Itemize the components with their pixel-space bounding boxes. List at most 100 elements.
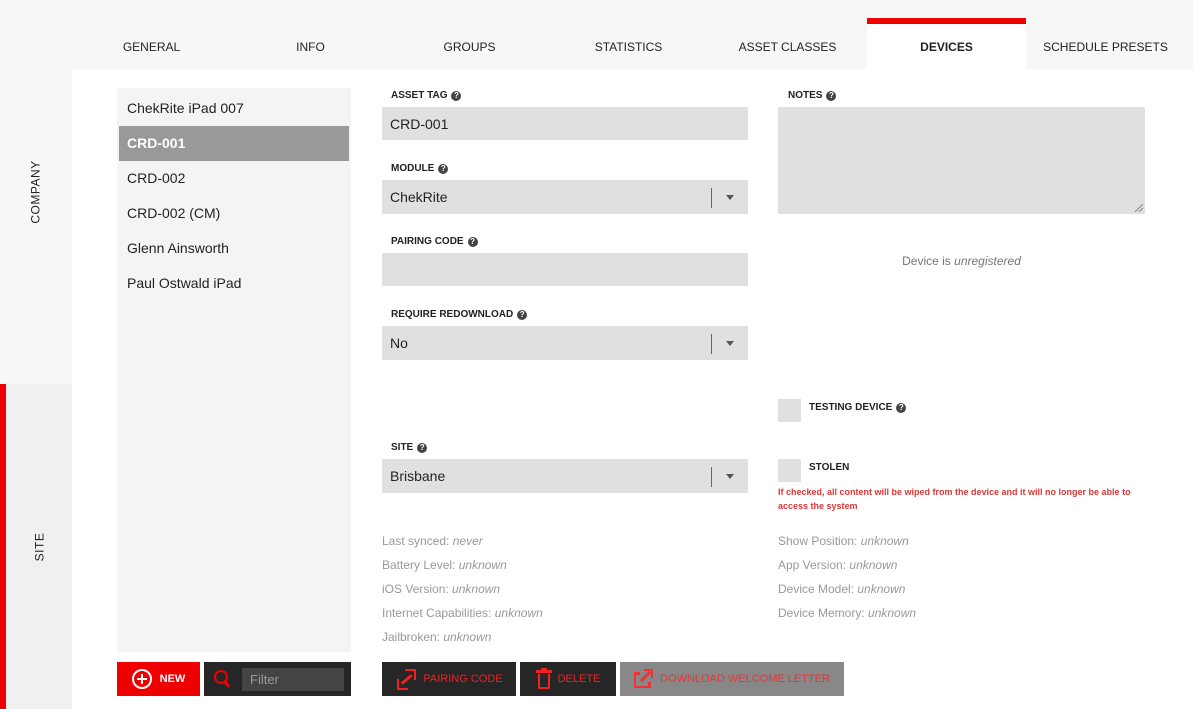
new-device-button[interactable]: NEW: [117, 662, 200, 696]
info-value: unknown: [452, 582, 501, 596]
device-list-item[interactable]: Glenn Ainsworth: [119, 231, 349, 266]
info-key: Show Position:: [778, 534, 858, 548]
rail-item-site[interactable]: SITE: [0, 384, 72, 709]
expand-arrows-icon: [395, 669, 417, 690]
asset-tag-label: ASSET TAG ?: [391, 90, 462, 101]
module-select[interactable]: ChekRite: [382, 180, 748, 214]
filter-box: [204, 662, 351, 696]
pairing-code-button-label: PAIRING CODE: [423, 673, 503, 685]
new-button-label: NEW: [159, 673, 186, 685]
site-value: Brisbane: [390, 468, 446, 484]
info-value: unknown: [443, 630, 492, 644]
info-value: unknown: [857, 582, 906, 596]
info-key: Battery Level:: [382, 558, 456, 572]
chevron-down-icon: [725, 473, 734, 479]
device-list: ChekRite iPad 007 CRD-001 CRD-002 CRD-00…: [117, 88, 351, 652]
module-value: ChekRite: [390, 189, 448, 205]
help-icon[interactable]: ?: [417, 442, 428, 453]
dropdown-arrow[interactable]: [711, 459, 748, 493]
require-redownload-label: REQUIRE REDOWNLOAD ?: [391, 309, 528, 320]
testing-device-label: TESTING DEVICE ?: [809, 402, 907, 413]
delete-button[interactable]: DELETE: [520, 662, 616, 696]
search-icon[interactable]: [214, 670, 232, 688]
dropdown-arrow[interactable]: [711, 326, 748, 360]
info-show-position: Show Position: unknown: [778, 534, 909, 548]
tab-groups[interactable]: GROUPS: [390, 18, 549, 69]
device-list-item[interactable]: ChekRite iPad 007: [119, 91, 349, 126]
info-device-memory: Device Memory: unknown: [778, 606, 916, 620]
notes-label-text: NOTES: [788, 90, 823, 101]
tab-bar: GENERAL INFO GROUPS STATISTICS ASSET CLA…: [72, 18, 1193, 69]
info-value: unknown: [868, 606, 917, 620]
info-app-version: App Version: unknown: [778, 558, 897, 572]
info-key: Jailbroken:: [382, 630, 441, 644]
resize-handle[interactable]: [1135, 204, 1143, 212]
app-root: COMPANY SITE GENERAL INFO GROUPS STATIST…: [0, 0, 1193, 709]
rail-item-company[interactable]: COMPANY: [0, 0, 72, 384]
pairing-code-label-text: PAIRING CODE: [391, 236, 464, 247]
device-registration-status: Device is unregistered: [778, 254, 1145, 268]
require-redownload-select[interactable]: No: [382, 326, 748, 360]
stolen-label: STOLEN: [809, 462, 849, 473]
tabs-top-spacer: [72, 0, 1193, 18]
asset-tag-value: CRD-001: [390, 115, 449, 132]
asset-tag-label-text: ASSET TAG: [391, 90, 448, 101]
chevron-down-icon: [725, 194, 734, 200]
download-welcome-letter-button[interactable]: DOWNLOAD WELCOME LETTER: [620, 662, 844, 696]
tab-schedule-presets[interactable]: SCHEDULE PRESETS: [1026, 18, 1185, 69]
info-battery-level: Battery Level: unknown: [382, 558, 507, 572]
filter-input[interactable]: [242, 667, 344, 691]
external-link-icon: [634, 669, 654, 689]
info-key: iOS Version:: [382, 582, 449, 596]
tab-statistics[interactable]: STATISTICS: [549, 18, 708, 69]
help-icon[interactable]: ?: [896, 402, 907, 413]
info-device-model: Device Model: unknown: [778, 582, 905, 596]
pairing-code-label: PAIRING CODE ?: [391, 236, 478, 247]
site-label-text: SITE: [391, 442, 414, 453]
stolen-checkbox[interactable]: [778, 459, 801, 482]
device-status-value: unregistered: [954, 254, 1021, 268]
rail-site-label: SITE: [31, 532, 46, 561]
testing-device-label-text: TESTING DEVICE: [809, 402, 893, 413]
download-welcome-letter-label: DOWNLOAD WELCOME LETTER: [660, 673, 830, 685]
info-ios-version: iOS Version: unknown: [382, 582, 500, 596]
help-icon[interactable]: ?: [517, 309, 528, 320]
testing-device-checkbox[interactable]: [778, 399, 801, 422]
pairing-code-input[interactable]: [382, 253, 748, 286]
site-select[interactable]: Brisbane: [382, 459, 748, 493]
help-icon[interactable]: ?: [467, 236, 478, 247]
info-value: unknown: [860, 534, 909, 548]
plus-circle-icon: [131, 669, 152, 689]
info-key: Last synced:: [382, 534, 450, 548]
module-label-text: MODULE: [391, 163, 435, 174]
require-redownload-value: No: [390, 335, 408, 351]
tab-info[interactable]: INFO: [231, 18, 390, 69]
help-icon[interactable]: ?: [438, 163, 449, 174]
info-value: unknown: [494, 606, 543, 620]
device-list-item[interactable]: Paul Ostwald iPad: [119, 266, 349, 301]
info-jailbroken: Jailbroken: unknown: [382, 630, 491, 644]
help-icon[interactable]: ?: [826, 90, 837, 101]
device-list-item[interactable]: CRD-002 (CM): [119, 196, 349, 231]
rail-company-label: COMPANY: [28, 160, 43, 224]
device-list-item[interactable]: CRD-002: [119, 161, 349, 196]
help-icon[interactable]: ?: [451, 90, 462, 101]
info-key: Device Model:: [778, 582, 855, 596]
tab-devices[interactable]: DEVICES: [867, 18, 1026, 69]
info-key: Internet Capabilities:: [382, 606, 492, 620]
tab-asset-classes[interactable]: ASSET CLASSES: [708, 18, 867, 69]
asset-tag-input[interactable]: CRD-001: [382, 107, 748, 140]
stolen-label-text: STOLEN: [809, 462, 850, 473]
dropdown-arrow[interactable]: [711, 180, 748, 214]
trash-icon: [535, 668, 552, 690]
info-value: never: [452, 534, 483, 548]
left-rail: COMPANY SITE: [0, 0, 72, 709]
delete-button-label: DELETE: [557, 673, 601, 685]
module-label: MODULE ?: [391, 163, 449, 174]
tab-general[interactable]: GENERAL: [72, 18, 231, 69]
notes-textarea[interactable]: [778, 107, 1145, 214]
device-list-item-selected[interactable]: CRD-001: [119, 126, 349, 161]
pairing-code-button[interactable]: PAIRING CODE: [382, 662, 516, 696]
stolen-warning: If checked, all content will be wiped fr…: [778, 487, 1131, 511]
info-value: unknown: [458, 558, 507, 572]
